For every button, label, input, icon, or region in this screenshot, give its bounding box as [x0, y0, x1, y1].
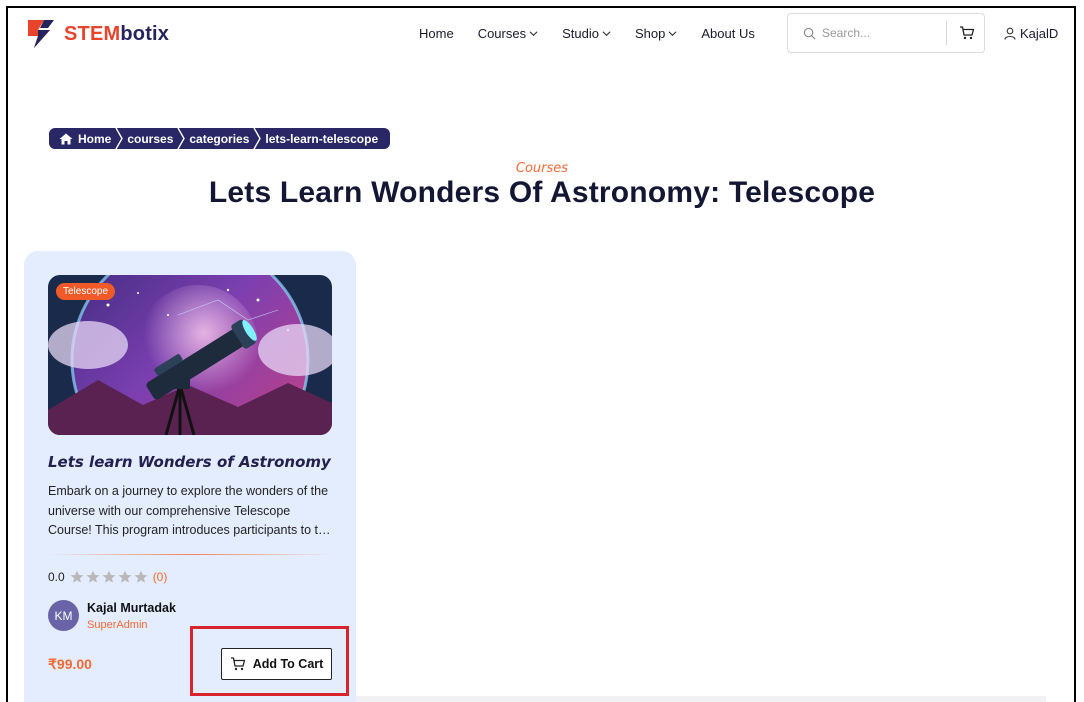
breadcrumb-categories[interactable]: categories	[189, 132, 249, 146]
nav-shop[interactable]: Shop	[635, 26, 677, 41]
home-icon	[59, 133, 73, 144]
card-divider	[48, 554, 332, 555]
star-icon	[86, 570, 100, 583]
author-role: SuperAdmin	[87, 618, 148, 631]
course-price: ₹99.00	[48, 656, 92, 672]
course-card[interactable]: Telescope Lets learn Wonders of Astronom…	[24, 251, 356, 702]
add-to-cart-button[interactable]: Add To Cart	[221, 648, 332, 680]
star-icon	[118, 570, 132, 583]
user-icon	[1004, 27, 1016, 40]
brand-logo[interactable]: STEMbotix	[24, 16, 169, 52]
rating-value: 0.0	[48, 570, 65, 584]
user-name: KajalD	[1020, 26, 1059, 41]
rating-stars	[70, 570, 148, 584]
nav-about-us[interactable]: About Us	[701, 26, 754, 41]
nav-courses[interactable]: Courses	[478, 26, 538, 41]
search-icon	[803, 27, 816, 39]
avatar: KM	[48, 600, 79, 631]
star-icon	[70, 570, 84, 583]
course-tag[interactable]: Telescope	[56, 283, 116, 300]
breadcrumb-home[interactable]: Home	[59, 132, 111, 146]
star-icon	[102, 570, 116, 583]
breadcrumb-separator-icon	[253, 128, 262, 149]
chevron-down-icon	[529, 31, 538, 37]
rating-count: (0)	[152, 570, 168, 584]
course-thumbnail[interactable]: Telescope	[48, 275, 332, 435]
breadcrumb: Home courses categories lets-learn-teles…	[49, 128, 391, 149]
main-nav: Home Courses Studio Shop About Us	[419, 26, 755, 41]
stembotix-logo-icon	[28, 20, 54, 48]
chevron-down-icon	[668, 31, 677, 37]
header-cart-button[interactable]	[959, 25, 975, 41]
add-to-cart-label: Add To Cart	[252, 657, 324, 671]
course-rating: 0.0 (0)	[48, 570, 167, 584]
breadcrumb-separator-icon	[115, 128, 124, 149]
course-description: Embark on a journey to explore the wonde…	[48, 484, 332, 537]
star-icon	[134, 570, 148, 583]
cart-icon	[230, 657, 245, 671]
nav-studio[interactable]: Studio	[562, 26, 611, 41]
page-title: Lets Learn Wonders Of Astronomy: Telesco…	[208, 176, 876, 209]
section-eyebrow: Courses	[515, 161, 569, 176]
course-author: KM Kajal Murtadak SuperAdmin	[48, 600, 176, 631]
chevron-down-icon	[602, 31, 611, 37]
search-divider	[946, 21, 947, 45]
search-input[interactable]	[820, 25, 942, 41]
bottom-strip	[356, 696, 1046, 702]
search-box	[787, 13, 985, 53]
user-menu[interactable]: KajalD	[1004, 26, 1058, 41]
course-title[interactable]: Lets learn Wonders of Astronomy	[48, 453, 331, 471]
breadcrumb-current: lets-learn-telescope	[265, 131, 379, 146]
nav-home[interactable]: Home	[419, 26, 454, 41]
brand-wordmark: STEMbotix	[64, 22, 170, 45]
author-name: Kajal Murtadak	[87, 600, 176, 615]
breadcrumb-separator-icon	[177, 128, 186, 149]
breadcrumb-courses[interactable]: courses	[127, 132, 173, 146]
cart-icon	[960, 26, 975, 40]
